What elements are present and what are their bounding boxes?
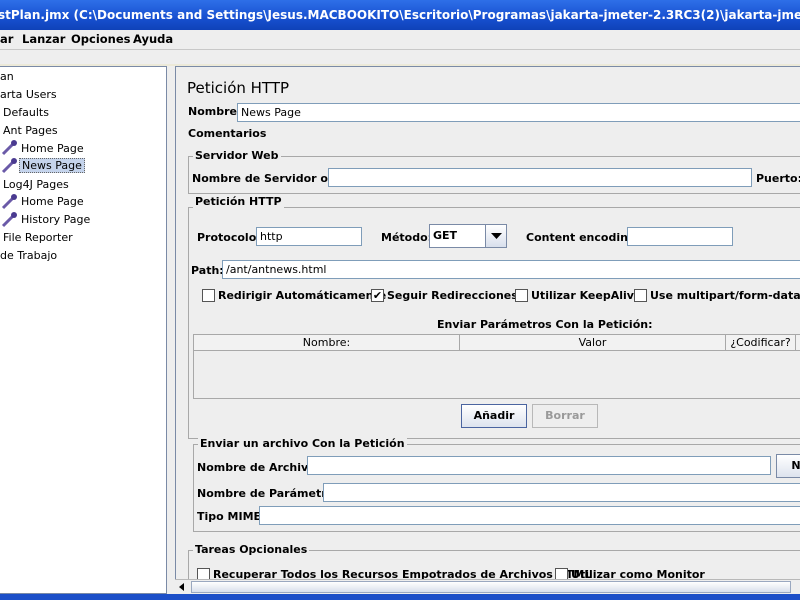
port-label: Puerto: bbox=[756, 172, 800, 185]
encoding-field[interactable] bbox=[627, 227, 733, 246]
http-group-title: Petición HTTP bbox=[193, 195, 284, 208]
column-header[interactable]: ¿ bbox=[796, 335, 800, 351]
toolbar-gap bbox=[0, 50, 800, 64]
sampler-pipette-icon bbox=[1, 212, 17, 228]
tree-item[interactable]: History Page bbox=[21, 213, 90, 226]
comments-label: Comentarios bbox=[188, 127, 267, 140]
tree-item[interactable]: arta Users bbox=[0, 88, 57, 101]
path-label: Path: bbox=[191, 264, 224, 277]
taskbar-edge bbox=[0, 594, 800, 600]
tree-item[interactable]: Home Page bbox=[21, 195, 84, 208]
tree-item[interactable]: File Reporter bbox=[3, 231, 73, 244]
menu-ayuda[interactable]: Ayuda bbox=[133, 32, 173, 46]
params-table[interactable]: Nombre: Valor ¿Codificar? ¿ bbox=[193, 334, 800, 399]
tree-item[interactable]: an bbox=[0, 70, 14, 83]
window-title: stPlan.jmx (C:\Documents and Settings\Je… bbox=[0, 8, 800, 22]
server-field[interactable] bbox=[328, 168, 752, 187]
menu-lanzar[interactable]: Lanzar bbox=[22, 32, 65, 46]
test-plan-tree[interactable]: an arta Users Defaults Ant Pages Home Pa… bbox=[0, 66, 167, 594]
params-title: Enviar Parámetros Con la Petición: bbox=[437, 318, 653, 331]
keepalive-label: Utilizar KeepAlive bbox=[531, 289, 642, 302]
menu-opciones[interactable]: Opciones bbox=[71, 32, 131, 46]
browse-button[interactable]: N bbox=[776, 454, 800, 478]
param-name-field[interactable] bbox=[323, 483, 800, 502]
column-header[interactable]: Valor bbox=[460, 335, 726, 351]
protocol-label: Protocolo: bbox=[197, 231, 261, 244]
tree-item[interactable]: Home Page bbox=[21, 142, 84, 155]
follow-redirects-checkbox[interactable]: ✔ bbox=[371, 289, 384, 302]
follow-redirects-label: Seguir Redirecciones bbox=[387, 289, 518, 302]
check-mark-icon: ✔ bbox=[372, 289, 383, 302]
scroll-left-icon[interactable] bbox=[177, 582, 187, 592]
column-header[interactable]: ¿Codificar? bbox=[726, 335, 796, 351]
method-dropdown-button[interactable] bbox=[485, 225, 506, 247]
multipart-checkbox[interactable] bbox=[634, 289, 647, 302]
name-field[interactable]: News Page bbox=[237, 103, 800, 122]
panel-heading: Petición HTTP bbox=[187, 79, 290, 97]
file-group-title: Enviar un archivo Con la Petición bbox=[198, 437, 407, 450]
server-group-title: Servidor Web bbox=[193, 149, 281, 162]
tree-item[interactable]: Ant Pages bbox=[3, 124, 58, 137]
window-title-bar: stPlan.jmx (C:\Documents and Settings\Je… bbox=[0, 0, 800, 30]
sampler-pipette-icon bbox=[1, 158, 17, 174]
menu-edit[interactable]: ar bbox=[0, 32, 13, 46]
protocol-field[interactable]: http bbox=[256, 227, 362, 246]
mime-field[interactable] bbox=[259, 506, 800, 525]
name-label: Nombre: bbox=[188, 105, 242, 118]
column-header[interactable]: Nombre: bbox=[194, 335, 460, 351]
path-field[interactable]: /ant/antnews.html bbox=[222, 260, 800, 279]
encoding-label: Content encoding: bbox=[526, 231, 641, 244]
http-request-panel: Petición HTTP Nombre: News Page Comentar… bbox=[175, 66, 800, 594]
file-name-field[interactable] bbox=[307, 456, 771, 475]
method-value: GET bbox=[433, 229, 458, 242]
delete-button[interactable]: Borrar bbox=[532, 404, 598, 428]
redirect-auto-label: Redirigir Automáticamente bbox=[218, 289, 387, 302]
redirect-auto-checkbox[interactable] bbox=[202, 289, 215, 302]
keepalive-checkbox[interactable] bbox=[515, 289, 528, 302]
mime-label: Tipo MIME: bbox=[197, 510, 266, 523]
server-label: Nombre de Servidor o IP: bbox=[192, 172, 349, 185]
tree-item[interactable]: Defaults bbox=[3, 106, 49, 119]
add-button[interactable]: Añadir bbox=[461, 404, 527, 428]
chevron-down-icon bbox=[491, 233, 502, 239]
sampler-pipette-icon bbox=[1, 194, 17, 210]
param-name-label: Nombre de Parámetro: bbox=[197, 487, 339, 500]
scrollbar-thumb[interactable] bbox=[191, 581, 791, 593]
tree-item-selected[interactable]: News Page bbox=[19, 158, 85, 173]
optional-group-title: Tareas Opcionales bbox=[193, 543, 310, 556]
menu-bar: ar Lanzar Opciones Ayuda bbox=[0, 30, 800, 50]
tree-item[interactable]: Log4J Pages bbox=[3, 178, 69, 191]
sampler-pipette-icon bbox=[1, 140, 17, 156]
tree-item[interactable]: de Trabajo bbox=[0, 249, 57, 262]
horizontal-scrollbar[interactable] bbox=[175, 579, 800, 594]
split-divider[interactable] bbox=[167, 66, 175, 594]
multipart-label: Use multipart/form-data for H bbox=[650, 289, 800, 302]
file-name-label: Nombre de Archivo: bbox=[197, 461, 321, 474]
method-label: Método: bbox=[381, 231, 433, 244]
